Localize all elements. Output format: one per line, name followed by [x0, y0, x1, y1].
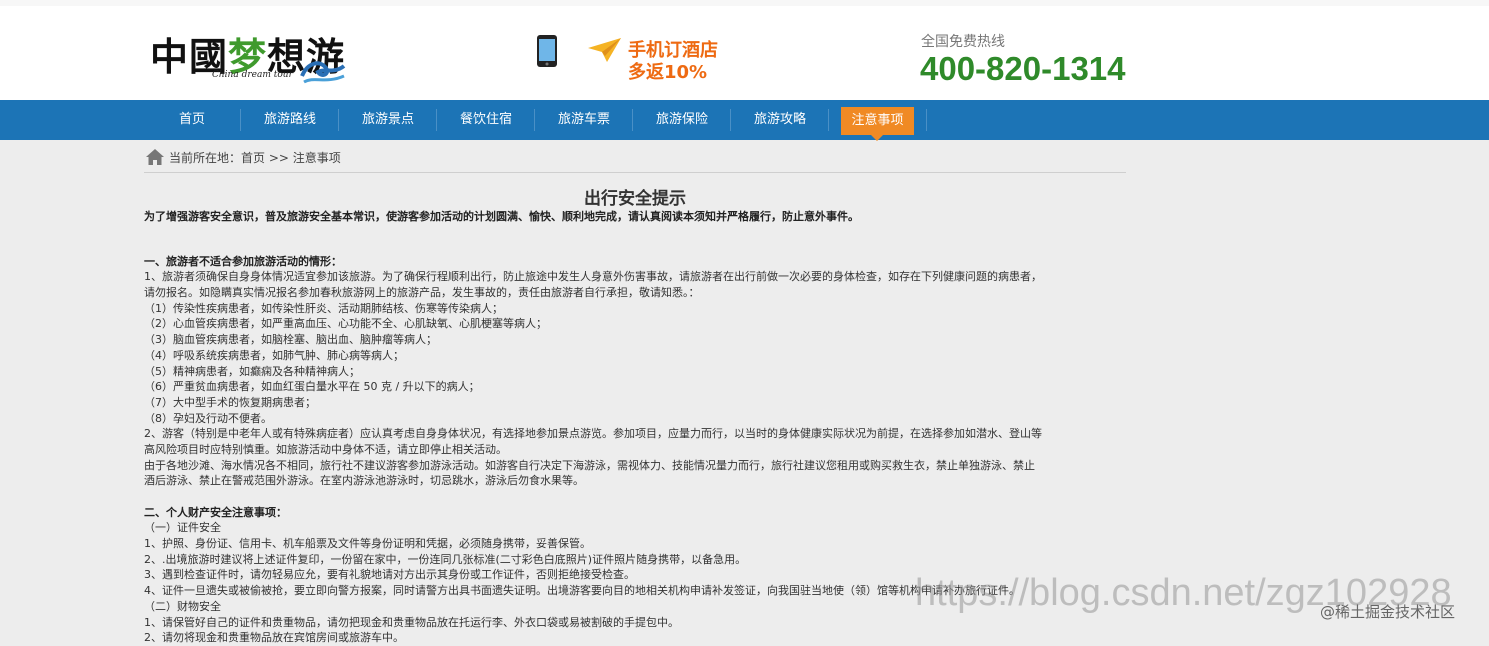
article-line: 高风险项目时应特别慎重。如旅游活动中身体不适，请立即停止相关活动。 — [144, 442, 507, 456]
article-line: （4）呼吸系统疾病患者，如肺气肿、肺心病等病人； — [144, 348, 404, 362]
article-title: 出行安全提示 — [584, 189, 686, 209]
wave-icon — [300, 61, 346, 84]
hotline-label: 全国免费热线 — [921, 34, 1005, 50]
article-line: （2）心血管疾病患者，如严重高血压、心功能不全、心肌缺氧、心肌梗塞等病人； — [144, 317, 547, 331]
nav-item-attractions[interactable]: 旅游景点 — [348, 100, 428, 140]
site-watermark: @稀土掘金技术社区 — [1320, 603, 1456, 621]
home-icon[interactable] — [145, 148, 165, 166]
promo-line2: 多返10% — [628, 62, 708, 83]
article-line: 1、护照、身份证、信用卡、机车船票及文件等身份证明和凭据，必须随身携带，妥善保管… — [144, 537, 591, 551]
article-line: 请勿报名。如隐瞒真实情况报名参加春秋旅游网上的旅游产品，发生事故的，责任由旅游者… — [144, 286, 700, 300]
section-heading: 一、旅游者不适合参加旅游活动的情形： — [144, 254, 342, 268]
nav-divider — [534, 109, 535, 131]
site-logo[interactable]: 中國梦想游 China dream tour — [150, 26, 350, 88]
article-line: （7）大中型手术的恢复期病患者； — [144, 395, 316, 409]
logo-subtitle: China dream tour — [212, 70, 293, 80]
article-line: （3）脑血管疾病患者，如脑栓塞、脑出血、脑肿瘤等病人； — [144, 333, 437, 347]
breadcrumb-text[interactable]: 当前所在地：首页 >> 注意事项 — [169, 149, 341, 166]
nav-divider — [436, 109, 437, 131]
nav-divider — [828, 109, 829, 131]
nav-item-routes[interactable]: 旅游路线 — [250, 100, 330, 140]
nav-divider — [632, 109, 633, 131]
article-line: （一）证件安全 — [144, 521, 221, 535]
article-intro: 为了增强游客安全意识，普及旅游安全基本常识，使游客参加活动的计划圆满、愉快、顺利… — [144, 210, 859, 223]
main-nav: 首页 旅游路线 旅游景点 餐饮住宿 旅游车票 旅游保险 旅游攻略 注意事项 — [0, 100, 1489, 141]
hotline-number[interactable]: 400-820-1314 — [920, 50, 1126, 88]
nav-item-dining-lodging[interactable]: 餐饮住宿 — [446, 100, 526, 140]
nav-divider — [730, 109, 731, 131]
mobile-promo[interactable]: 手机订酒店 多返10% — [535, 34, 735, 90]
nav-item-home[interactable]: 首页 — [152, 100, 232, 140]
article-line: （1）传染性疾病患者，如传染性肝炎、活动期肺结核、伤寒等传染病人； — [144, 301, 503, 315]
active-tab-pointer — [871, 135, 883, 141]
article-line: （5）精神病患者，如癫痫及各种精神病人； — [144, 364, 360, 378]
article-line: （8）孕妇及行动不便者。 — [144, 411, 272, 425]
site-header: 中國梦想游 China dream tour 手机订酒店 多返10% 全国免费热… — [0, 6, 1489, 100]
nav-item-tickets[interactable]: 旅游车票 — [544, 100, 624, 140]
article-line: 酒后游泳、禁止在警戒范围外游泳。在室内游泳池游泳时，切忌跳水，游泳后勿食水果等。 — [144, 474, 584, 488]
article-line: 由于各地沙滩、海水情况各不相同，旅行社不建议游客参加游泳活动。如游客自行决定下海… — [144, 458, 1035, 472]
article-line: 1、旅游者须确保自身身体情况适宜参加该旅游。为了确保行程顺利出行，防止旅途中发生… — [144, 270, 1042, 284]
nav-divider — [338, 109, 339, 131]
section-heading: 二、个人财产安全注意事项： — [144, 505, 287, 519]
article-line: 2、游客（特别是中老年人或有特殊病症者）应认真考虑自身身体状况，有选择地参加景点… — [144, 427, 1042, 441]
phone-icon — [537, 35, 557, 67]
paper-plane-icon — [588, 38, 621, 62]
nav-divider — [240, 109, 241, 131]
article-line: 2、请勿将现金和贵重物品放在宾馆房间或旅游车中。 — [144, 631, 404, 645]
nav-divider — [926, 109, 927, 131]
article-line: （6）严重贫血病患者，如血红蛋白量水平在 50 克 / 升以下的病人； — [144, 380, 480, 394]
article-line: 1、请保管好自己的证件和贵重物品，请勿把现金和贵重物品放在托运行李、外衣口袋或易… — [144, 615, 679, 629]
content-divider — [144, 172, 1126, 173]
nav-item-notices[interactable]: 注意事项 — [841, 107, 914, 135]
nav-item-guides[interactable]: 旅游攻略 — [740, 100, 820, 140]
article-line: 2、.出境旅游时建议将上述证件复印，一份留在家中，一份连同几张标准(二寸彩色白底… — [144, 552, 747, 566]
nav-item-insurance[interactable]: 旅游保险 — [642, 100, 722, 140]
